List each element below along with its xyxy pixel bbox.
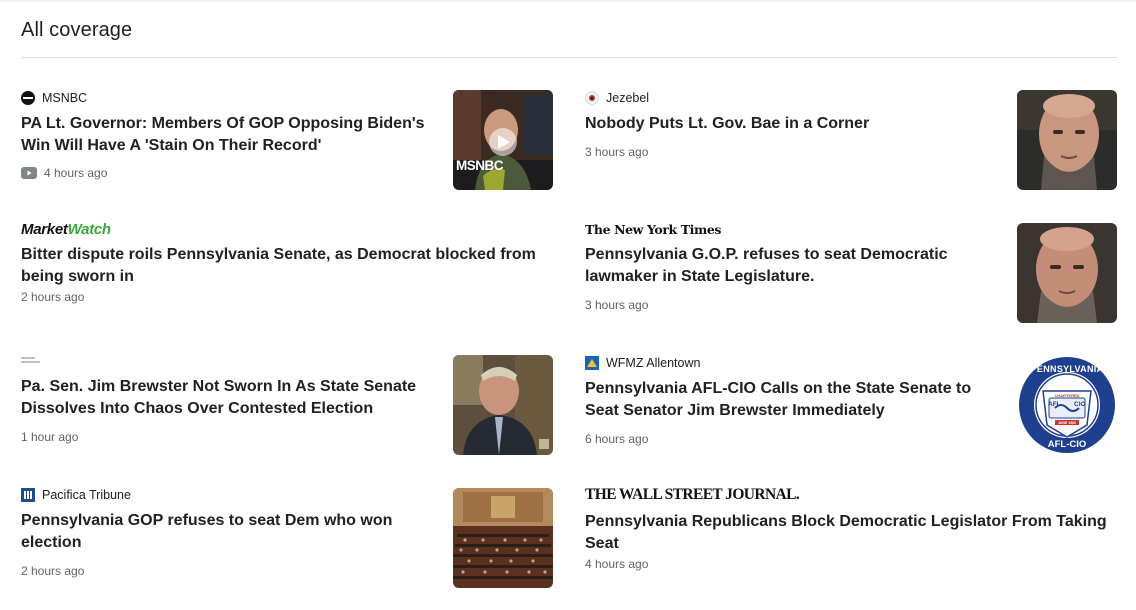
article-card[interactable]: MarketWatch Bitter dispute roils Pennsyl… — [21, 221, 561, 305]
top-border — [0, 0, 1136, 2]
article-card[interactable]: Jezebel Nobody Puts Lt. Gov. Bae in a Co… — [585, 90, 1005, 159]
marketwatch-logo[interactable]: MarketWatch — [21, 221, 111, 238]
source-row[interactable]: Pacifica Tribune — [21, 487, 441, 503]
article-thumbnail[interactable] — [453, 355, 553, 455]
article-card[interactable]: Pa. Sen. Jim Brewster Not Sworn In As St… — [21, 353, 441, 444]
source-name[interactable]: Pacifica Tribune — [42, 488, 131, 502]
article-meta: 2 hours ago — [21, 290, 561, 304]
article-card[interactable]: THE WALL STREET JOURNAL. Pennsylvania Re… — [585, 486, 1125, 571]
article-meta: 6 hours ago — [585, 432, 1005, 446]
thumbnail-text-bottom: AFL-CIO — [1047, 439, 1087, 450]
article-time: 4 hours ago — [44, 166, 108, 180]
thumbnail-text-date: JUNE 1960 — [1057, 421, 1077, 425]
article-time: 4 hours ago — [585, 557, 649, 571]
article-meta: 3 hours ago — [585, 145, 1005, 159]
article-meta: 1 hour ago — [21, 430, 441, 444]
article-headline[interactable]: Bitter dispute roils Pennsylvania Senate… — [21, 244, 561, 288]
article-time: 3 hours ago — [585, 298, 649, 312]
article-time: 6 hours ago — [585, 432, 649, 446]
source-row[interactable]: MSNBC — [21, 90, 441, 106]
section-divider — [21, 57, 1117, 58]
article-meta: 2 hours ago — [21, 564, 441, 578]
article-thumbnail[interactable] — [453, 488, 553, 588]
article-headline[interactable]: Pennsylvania GOP refuses to seat Dem who… — [21, 510, 441, 554]
article-card[interactable]: WFMZ Allentown Pennsylvania AFL-CIO Call… — [585, 355, 1005, 446]
article-card[interactable]: Pacifica Tribune Pennsylvania GOP refuse… — [21, 487, 441, 578]
article-card[interactable]: The New York Times Pennsylvania G.O.P. r… — [585, 221, 1005, 313]
thumbnail-text-right: CIO — [1074, 401, 1086, 408]
wfmz-logo-icon — [585, 356, 599, 370]
msnbc-logo-icon — [21, 91, 35, 105]
source-row[interactable]: The New York Times — [585, 221, 1005, 237]
article-headline[interactable]: Pennsylvania AFL-CIO Calls on the State … — [585, 378, 1005, 422]
article-thumbnail[interactable]: MSNBC — [453, 90, 553, 190]
wsj-logo[interactable]: THE WALL STREET JOURNAL. — [585, 486, 800, 505]
source-row[interactable] — [21, 353, 441, 369]
article-time: 2 hours ago — [21, 290, 85, 304]
source-name[interactable]: MSNBC — [42, 91, 87, 105]
article-time: 2 hours ago — [21, 564, 85, 578]
article-time: 3 hours ago — [585, 145, 649, 159]
section-title: All coverage — [21, 19, 133, 41]
article-headline[interactable]: Pennsylvania G.O.P. refuses to seat Demo… — [585, 244, 1005, 288]
source-row[interactable]: Jezebel — [585, 90, 1005, 106]
publisher-logo-icon — [21, 356, 41, 366]
article-time: 1 hour ago — [21, 430, 79, 444]
thumbnail-text-banner: CHARTERED — [1054, 393, 1080, 398]
nyt-logo[interactable]: The New York Times — [585, 222, 721, 237]
article-card[interactable]: MSNBC PA Lt. Governor: Members Of GOP Op… — [21, 90, 441, 180]
article-meta: 4 hours ago — [21, 166, 441, 180]
thumbnail-text-top: PENNSYLVANIA — [1030, 364, 1104, 374]
pacifica-tribune-logo-icon — [21, 488, 35, 502]
thumbnail-watermark: MSNBC — [456, 158, 504, 173]
youtube-play-icon — [21, 167, 37, 179]
article-headline[interactable]: Pennsylvania Republicans Block Democrati… — [585, 511, 1125, 555]
source-row[interactable]: THE WALL STREET JOURNAL. — [585, 486, 1125, 505]
article-headline[interactable]: Pa. Sen. Jim Brewster Not Sworn In As St… — [21, 376, 441, 420]
article-thumbnail[interactable]: PENNSYLVANIA AFL-CIO CHARTERED AFL CIO J… — [1017, 355, 1117, 455]
source-name[interactable]: Jezebel — [606, 91, 649, 105]
article-thumbnail[interactable] — [1017, 223, 1117, 323]
thumbnail-text-left: AFL — [1048, 401, 1061, 408]
source-name[interactable]: WFMZ Allentown — [606, 356, 700, 370]
article-thumbnail[interactable] — [1017, 90, 1117, 190]
jezebel-logo-icon — [585, 91, 599, 105]
article-headline[interactable]: PA Lt. Governor: Members Of GOP Opposing… — [21, 113, 441, 157]
source-row[interactable]: WFMZ Allentown — [585, 355, 1005, 371]
article-meta: 4 hours ago — [585, 557, 1125, 571]
article-meta: 3 hours ago — [585, 298, 1005, 312]
source-row[interactable]: MarketWatch — [21, 221, 561, 238]
article-headline[interactable]: Nobody Puts Lt. Gov. Bae in a Corner — [585, 113, 1005, 135]
